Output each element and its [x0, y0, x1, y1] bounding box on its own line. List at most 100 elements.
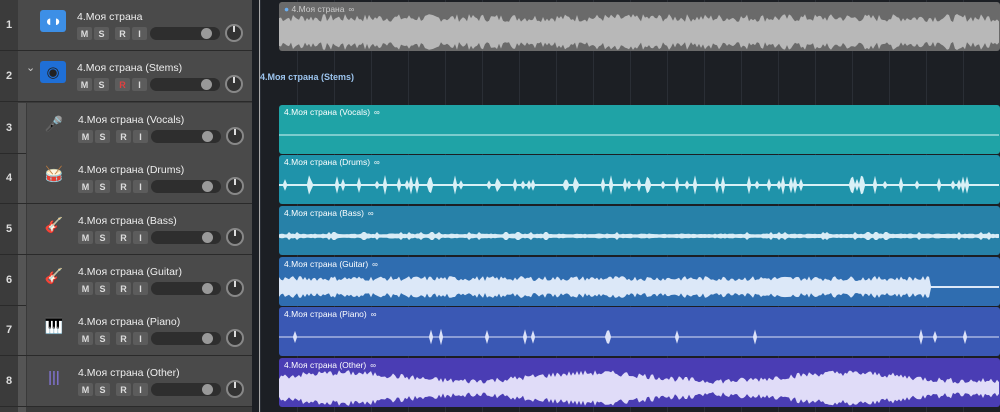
track-header-body[interactable]: ◖◗ 4.Моя страна M S R I [18, 0, 252, 50]
region-name: 4.Моя страна (Vocals) [284, 107, 371, 117]
input-monitor-button[interactable]: I [133, 231, 148, 244]
volume-slider[interactable] [151, 180, 221, 193]
arrange-area[interactable]: ● 4.Моя страна ∞ 4.Моя страна (Stems) 4.Мо… [260, 0, 1000, 412]
pan-knob[interactable] [225, 24, 243, 42]
volume-slider-thumb[interactable] [202, 181, 213, 192]
loop-icon: ∞ [370, 361, 376, 370]
track-header-6[interactable]: 6 🎸 4.Моя страна (Guitar) M S R I [0, 255, 252, 306]
track-name[interactable]: 4.Моя страна (Vocals) [78, 114, 184, 126]
solo-button[interactable]: S [95, 231, 110, 244]
pan-knob[interactable] [226, 279, 244, 297]
track-number: 1 [5, 19, 13, 31]
loop-icon: ∞ [374, 158, 380, 167]
pan-knob[interactable] [226, 380, 244, 398]
solo-button[interactable]: S [95, 282, 110, 295]
region-name: 4.Моя страна (Other) [284, 360, 367, 370]
record-enable-button[interactable]: R [116, 383, 131, 396]
track-name[interactable]: 4.Моя страна (Bass) [78, 215, 177, 227]
solo-button[interactable]: S [95, 383, 110, 396]
track-header-3[interactable]: 3 🎤 4.Моя страна (Vocals) M S R I [0, 103, 252, 154]
track-header-body[interactable]: 🎸 4.Моя страна (Guitar) M S R I [26, 255, 252, 305]
mute-button[interactable]: M [78, 383, 93, 396]
region-name: 4.Моя страна [291, 4, 345, 14]
volume-slider[interactable] [150, 78, 220, 91]
solo-button[interactable]: S [94, 78, 109, 91]
track-header-5[interactable]: 5 🎸 4.Моя страна (Bass) M S R I [0, 204, 252, 255]
volume-slider-thumb[interactable] [202, 131, 213, 142]
disclosure-chevron-icon[interactable]: ⌄ [26, 61, 35, 74]
audio-region[interactable]: 4.Моя страна (Other) ∞ [279, 358, 1000, 407]
volume-slider-thumb[interactable] [202, 283, 213, 294]
audio-region[interactable]: 4.Моя страна (Bass) ∞ [279, 206, 1000, 255]
audio-region[interactable]: 4.Моя страна (Guitar) ∞ [279, 257, 1000, 306]
track-name[interactable]: 4.Моя страна (Other) [78, 367, 180, 379]
record-enable-button[interactable]: R [116, 231, 131, 244]
track-header-1[interactable]: 1 ◖◗ 4.Моя страна M S R I [0, 0, 252, 51]
record-enable-button[interactable]: R [115, 27, 130, 40]
pan-knob[interactable] [226, 177, 244, 195]
track-header-body[interactable]: ||| 4.Моя страна (Other) M S R I [26, 356, 252, 406]
mute-button[interactable]: M [78, 180, 93, 193]
pan-knob[interactable] [226, 329, 244, 347]
input-monitor-button[interactable]: I [133, 180, 148, 193]
track-name[interactable]: 4.Моя страна [77, 11, 142, 23]
volume-slider-thumb[interactable] [201, 28, 212, 39]
track-header-body[interactable]: 🥁 4.Моя страна (Drums) M S R I [26, 153, 252, 203]
solo-button[interactable]: S [95, 180, 110, 193]
track-name[interactable]: 4.Моя страна (Drums) [78, 164, 184, 176]
record-enable-button[interactable]: R [115, 78, 130, 91]
volume-slider-thumb[interactable] [202, 232, 213, 243]
solo-button[interactable]: S [95, 130, 110, 143]
track-header-body[interactable]: 🎸 4.Моя страна (Bass) M S R I [26, 204, 252, 254]
track-header-body[interactable]: 🎤 4.Моя страна (Vocals) M S R I [26, 103, 252, 153]
stack-region-label[interactable]: 4.Моя страна (Stems) [260, 72, 354, 82]
input-monitor-button[interactable]: I [133, 282, 148, 295]
volume-slider[interactable] [150, 27, 220, 40]
audio-region[interactable]: 4.Моя страна (Drums) ∞ [279, 155, 1000, 204]
volume-slider[interactable] [151, 130, 221, 143]
input-monitor-button[interactable]: I [133, 332, 148, 345]
input-monitor-button[interactable]: I [132, 78, 147, 91]
audio-region[interactable]: 4.Моя страна (Piano) ∞ [279, 307, 1000, 356]
mute-button[interactable]: M [77, 78, 92, 91]
volume-slider-thumb[interactable] [201, 79, 212, 90]
input-monitor-button[interactable]: I [133, 383, 148, 396]
track-name[interactable]: 4.Моя страна (Stems) [77, 62, 182, 74]
volume-slider[interactable] [151, 332, 221, 345]
region-name: 4.Моя страна (Bass) [284, 208, 364, 218]
pan-knob[interactable] [226, 228, 244, 246]
audio-region[interactable]: 4.Моя страна (Vocals) ∞ [279, 105, 1000, 154]
record-enable-button[interactable]: R [116, 130, 131, 143]
track-number: 6 [5, 274, 13, 286]
guitar-icon: 🎸 [44, 268, 64, 285]
mute-button[interactable]: M [78, 130, 93, 143]
track-header-8[interactable]: 8 ||| 4.Моя страна (Other) M S R I [0, 356, 252, 407]
mute-button[interactable]: M [78, 231, 93, 244]
mute-button[interactable]: M [77, 27, 92, 40]
audio-region[interactable]: ● 4.Моя страна ∞ [279, 2, 1000, 51]
solo-button[interactable]: S [94, 27, 109, 40]
input-monitor-button[interactable]: I [132, 27, 147, 40]
track-header-7[interactable]: 7 🎹 4.Моя страна (Piano) M S R I [0, 305, 252, 356]
input-monitor-button[interactable]: I [133, 130, 148, 143]
volume-slider-thumb[interactable] [202, 384, 213, 395]
volume-slider[interactable] [151, 282, 221, 295]
record-enable-button[interactable]: R [116, 332, 131, 345]
mute-button[interactable]: M [78, 282, 93, 295]
track-name[interactable]: 4.Моя страна (Piano) [78, 316, 180, 328]
track-header-body[interactable]: 🎹 4.Моя страна (Piano) M S R I [26, 305, 252, 355]
pan-knob[interactable] [225, 75, 243, 93]
waveform [279, 328, 999, 346]
record-enable-button[interactable]: R [116, 180, 131, 193]
track-header-4[interactable]: 4 🥁 4.Моя страна (Drums) M S R I [0, 153, 252, 204]
record-enable-button[interactable]: R [116, 282, 131, 295]
volume-slider[interactable] [151, 231, 221, 244]
pan-knob[interactable] [226, 127, 244, 145]
volume-slider[interactable] [151, 383, 221, 396]
volume-slider-thumb[interactable] [202, 333, 213, 344]
track-header-body[interactable]: ⌄ ◉ 4.Моя страна (Stems) M S R I [18, 51, 252, 101]
track-name[interactable]: 4.Моя страна (Guitar) [78, 266, 182, 278]
solo-button[interactable]: S [95, 332, 110, 345]
mute-button[interactable]: M [78, 332, 93, 345]
track-header-2[interactable]: 2 ⌄ ◉ 4.Моя страна (Stems) M S R I [0, 51, 252, 102]
